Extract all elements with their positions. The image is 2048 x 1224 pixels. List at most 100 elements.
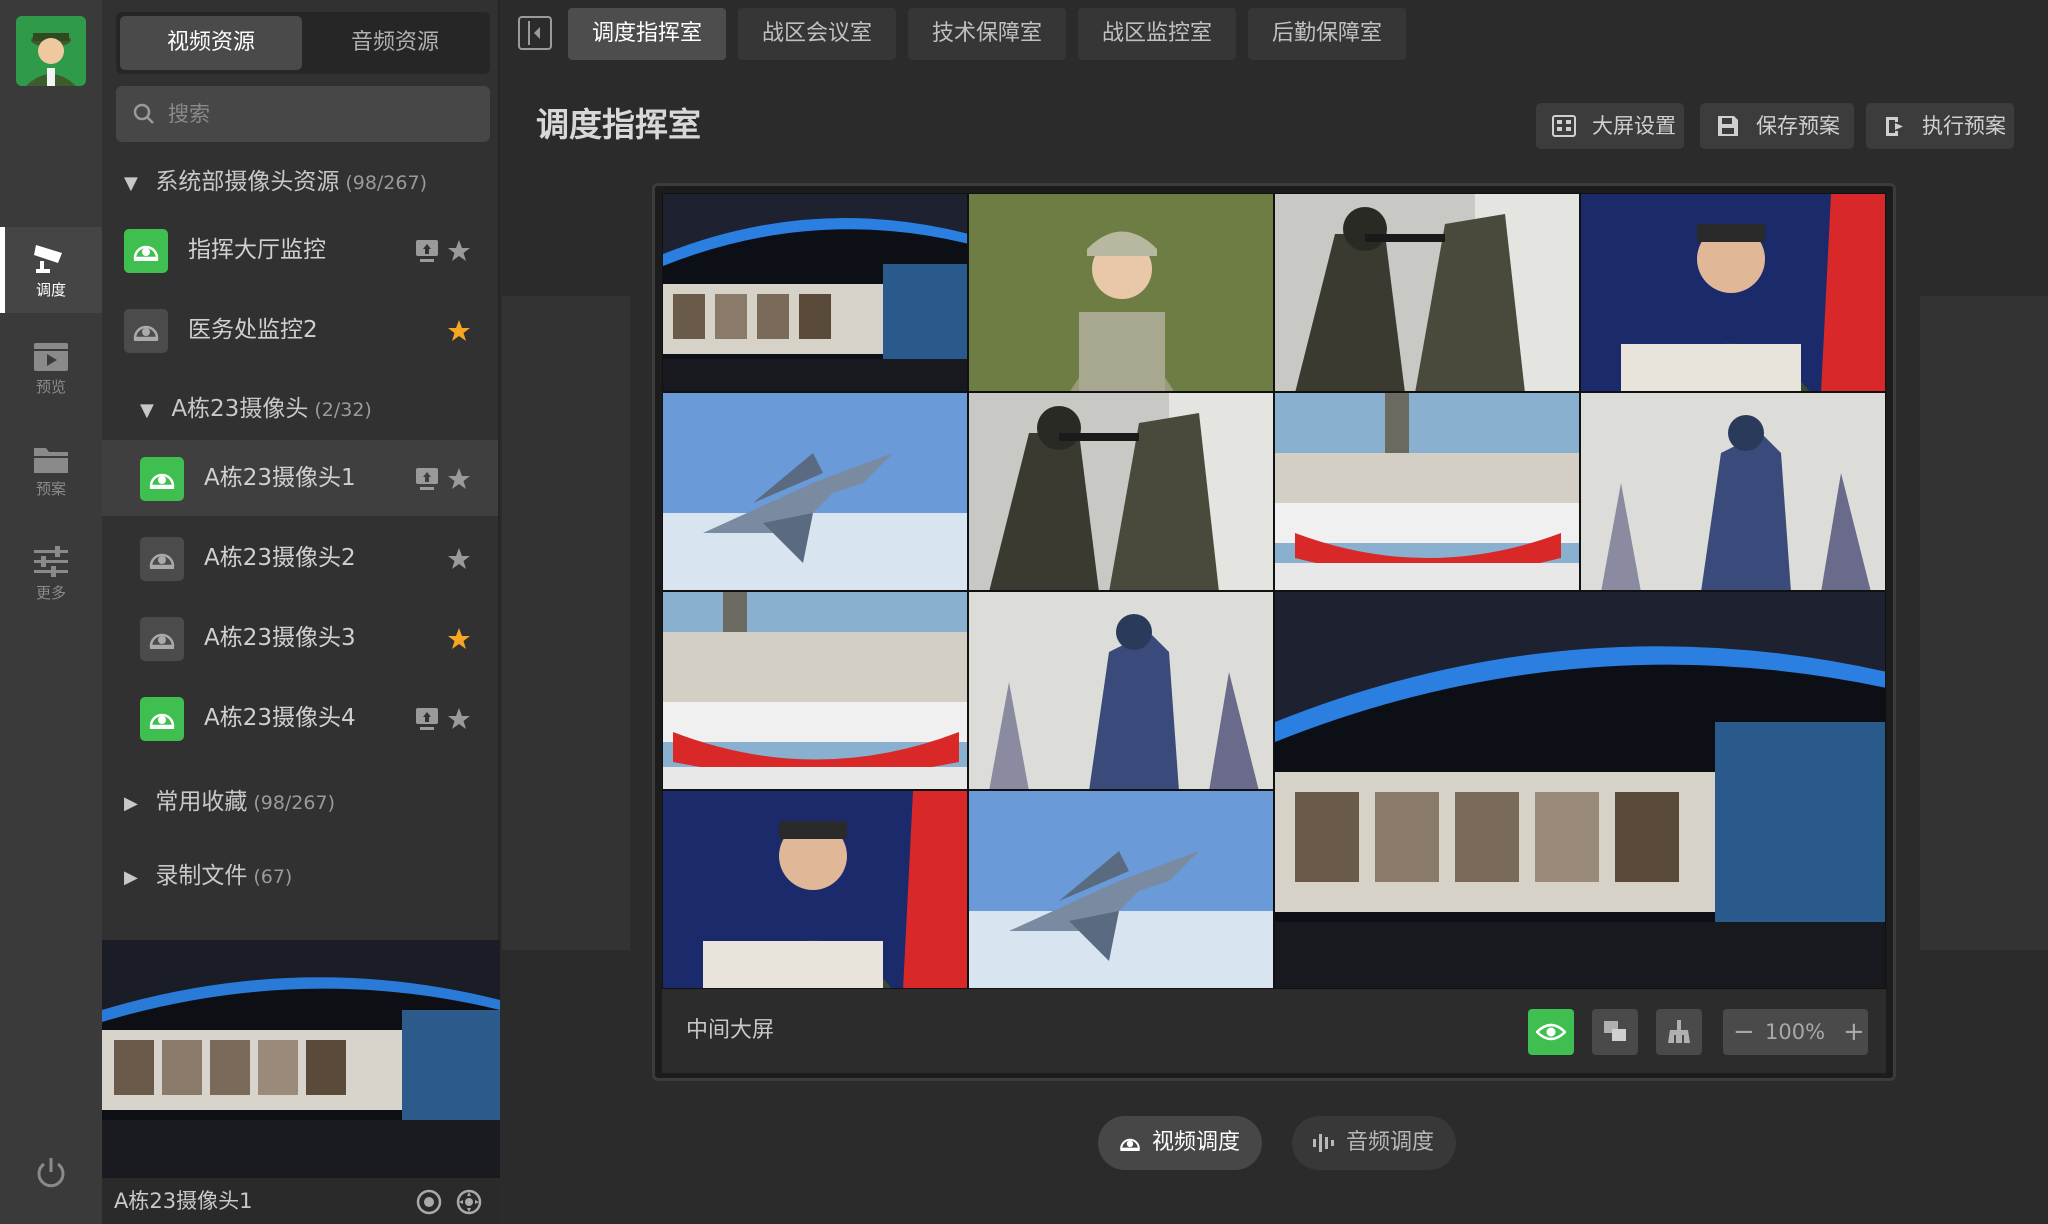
page-title: 调度指挥室 — [536, 105, 701, 144]
push-to-screen-icon[interactable] — [414, 238, 440, 264]
video-tile[interactable] — [968, 591, 1274, 790]
star-icon[interactable] — [446, 706, 472, 732]
tree-group-recordings[interactable]: ▶ 录制文件 (67) — [124, 851, 292, 901]
zoom-level: 100% — [1765, 1020, 1826, 1044]
tree-group-count: (98/267) — [253, 792, 335, 814]
zoom-control: − 100% + — [1723, 1009, 1868, 1055]
video-tile[interactable] — [662, 193, 968, 392]
rail-item-preview[interactable]: 预览 — [0, 328, 102, 414]
tree-group-a23-cameras[interactable]: ▼ A栋23摄像头 (2/32) — [140, 384, 372, 434]
button-label: 大屏设置 — [1592, 114, 1676, 138]
caret-down-icon: ▼ — [124, 173, 138, 194]
video-wall-toolbar: 中间大屏 − 100% + — [662, 989, 1886, 1073]
star-icon[interactable] — [446, 238, 472, 264]
save-plan-button[interactable]: 保存预案 — [1700, 103, 1854, 149]
rail-item-dispatch[interactable]: 调度 — [0, 227, 102, 313]
rail-item-plans[interactable]: 预案 — [0, 430, 102, 516]
push-to-screen-icon[interactable] — [414, 466, 440, 492]
search-icon — [133, 103, 154, 124]
video-tile[interactable] — [968, 392, 1274, 591]
user-avatar[interactable] — [16, 16, 86, 86]
right-screen-stub[interactable] — [1920, 296, 2048, 950]
tab-room-monitor[interactable]: 战区监控室 — [1078, 8, 1236, 60]
camera-icon — [1120, 1138, 1140, 1151]
camera-row[interactable]: A栋23摄像头2 — [102, 520, 498, 596]
camera-label: A栋23摄像头3 — [204, 625, 356, 651]
visibility-toggle[interactable] — [1528, 1009, 1574, 1055]
record-icon[interactable] — [416, 1189, 442, 1215]
video-tile[interactable] — [662, 591, 968, 790]
search-box — [116, 86, 490, 142]
caret-right-icon: ▶ — [124, 793, 138, 814]
zoom-out-button[interactable]: − — [1733, 1009, 1755, 1055]
preview-image — [102, 940, 500, 1178]
broom-icon — [1668, 1020, 1690, 1043]
audio-wave-icon — [1313, 1134, 1334, 1152]
tab-room-logistics[interactable]: 后勤保障室 — [1248, 8, 1406, 60]
screen-settings-button[interactable]: 大屏设置 — [1536, 103, 1684, 149]
star-icon[interactable] — [446, 546, 472, 572]
camera-offline-icon — [124, 309, 168, 353]
camera-row[interactable]: 医务处监控2 — [102, 292, 498, 368]
video-wall — [662, 193, 1886, 989]
left-screen-stub[interactable] — [502, 296, 630, 950]
video-tile-large[interactable] — [1274, 591, 1886, 989]
tree-group-count: (2/32) — [314, 399, 372, 421]
camera-preview[interactable] — [102, 940, 500, 1178]
camera-icon — [34, 245, 62, 273]
zoom-in-button[interactable]: + — [1843, 1009, 1865, 1055]
clear-screen-button[interactable] — [1656, 1009, 1702, 1055]
rail-item-more[interactable]: 更多 — [0, 532, 102, 618]
camera-online-icon — [140, 457, 184, 501]
button-label: 视频调度 — [1152, 1130, 1241, 1155]
execute-plan-button[interactable]: 执行预案 — [1866, 103, 2014, 149]
camera-row-selected[interactable]: A栋23摄像头1 — [102, 440, 498, 516]
ptz-control-icon[interactable] — [456, 1189, 482, 1215]
power-icon[interactable] — [34, 1156, 68, 1190]
video-tile[interactable] — [662, 392, 968, 591]
layout-button[interactable] — [1592, 1009, 1638, 1055]
button-label: 保存预案 — [1756, 114, 1840, 138]
push-to-screen-icon[interactable] — [414, 706, 440, 732]
star-filled-icon[interactable] — [446, 318, 472, 344]
grid-icon — [1552, 115, 1576, 137]
tree-group-count: (98/267) — [345, 172, 427, 194]
video-tile[interactable] — [1580, 392, 1886, 591]
video-tile[interactable] — [968, 193, 1274, 392]
tree-group-label: 系统部摄像头资源 — [155, 169, 340, 195]
camera-row[interactable]: 指挥大厅监控 — [102, 212, 498, 288]
sliders-icon — [34, 546, 68, 577]
tree-group-label: 录制文件 — [155, 863, 248, 889]
collapse-panel-icon[interactable] — [518, 16, 552, 50]
camera-label: 医务处监控2 — [188, 317, 318, 343]
room-tabs-bar: 调度指挥室 战区会议室 技术保障室 战区监控室 后勤保障室 — [500, 0, 2048, 68]
search-input[interactable] — [168, 86, 468, 142]
video-tile[interactable] — [1580, 193, 1886, 392]
camera-row[interactable]: A栋23摄像头3 — [102, 600, 498, 676]
video-tile[interactable] — [1274, 193, 1580, 392]
tab-audio-resources[interactable]: 音频资源 — [304, 16, 486, 70]
windows-overlap-icon — [1604, 1021, 1626, 1041]
tree-group-label: 常用收藏 — [155, 789, 248, 815]
caret-right-icon: ▶ — [124, 867, 138, 888]
tab-room-tech[interactable]: 技术保障室 — [908, 8, 1066, 60]
video-tile[interactable] — [662, 790, 968, 989]
audio-dispatch-button[interactable]: 音频调度 — [1292, 1116, 1457, 1170]
camera-online-icon — [140, 697, 184, 741]
tree-group-system-cameras[interactable]: ▼ 系统部摄像头资源 (98/267) — [124, 157, 427, 207]
tab-video-resources[interactable]: 视频资源 — [120, 16, 302, 70]
video-tile[interactable] — [968, 790, 1274, 989]
camera-offline-icon — [140, 617, 184, 661]
star-filled-icon[interactable] — [446, 626, 472, 652]
tab-room-dispatch[interactable]: 调度指挥室 — [568, 8, 726, 60]
video-dispatch-button[interactable]: 视频调度 — [1098, 1116, 1263, 1170]
star-icon[interactable] — [446, 466, 472, 492]
preview-label: A栋23摄像头1 — [114, 1189, 253, 1213]
camera-row[interactable]: A栋23摄像头4 — [102, 680, 498, 756]
tree-group-favorites[interactable]: ▶ 常用收藏 (98/267) — [124, 777, 335, 827]
video-tile[interactable] — [1274, 392, 1580, 591]
camera-label: A栋23摄像头4 — [204, 705, 356, 731]
preview-bar: A栋23摄像头1 — [102, 1178, 500, 1224]
video-icon — [34, 343, 68, 371]
tab-room-meeting[interactable]: 战区会议室 — [738, 8, 896, 60]
